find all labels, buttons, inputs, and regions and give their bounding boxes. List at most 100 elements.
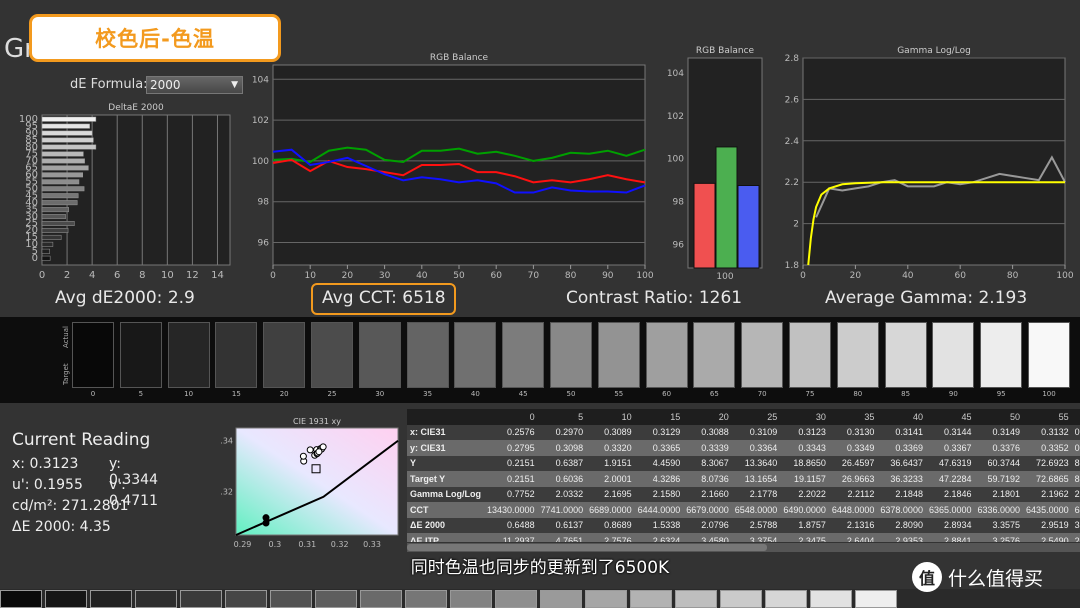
- patch-level-label: 80: [853, 390, 863, 398]
- target-label: Target: [62, 363, 70, 385]
- de-bar: [41, 200, 78, 206]
- y-tick-label: 2.4: [785, 137, 800, 147]
- table-scrollbar[interactable]: [407, 543, 1080, 552]
- table-cell: 26.9663: [828, 471, 878, 487]
- table-cell: 3.2543: [1071, 517, 1080, 533]
- gray-patch: [358, 322, 401, 388]
- table-cell: 6435.0000: [1023, 502, 1072, 518]
- table-row: x: CIE31 0.2576 0.2970 0.3089 0.3129 0.3088 0.…: [407, 424, 1080, 440]
- reading-luminance: cd/m²: 271.2801: [12, 498, 129, 514]
- table-cell: 0.3349: [828, 440, 878, 456]
- patch-level-label: 100: [1042, 390, 1056, 398]
- table-row: CCT 13430.0000 7741.0000 6689.0000 6444.0000…: [407, 502, 1080, 518]
- table-cell: 2.1962: [1023, 486, 1072, 502]
- x-tick-label: 0: [39, 270, 45, 281]
- y-tick-label: 1.8: [785, 261, 800, 271]
- avg-gamma-label: Average Gamma: 2.193: [825, 288, 1028, 308]
- column-header: 0: [484, 409, 538, 425]
- patch-button[interactable]: [720, 590, 762, 608]
- table-cell: 72.6923: [1023, 455, 1072, 471]
- table-row: Gamma Log/Log 0.7752 2.0332 2.1695 2.1580 2.1…: [407, 486, 1080, 502]
- table-cell: 0.2576: [484, 424, 538, 440]
- gray-patch: [932, 322, 975, 388]
- chart-title: DeltaE 2000: [108, 103, 164, 113]
- patch-button[interactable]: [585, 590, 627, 608]
- y-tick-label: 0.34: [220, 437, 233, 446]
- table-cell: 59.7192: [974, 471, 1024, 487]
- patch-button[interactable]: [270, 590, 312, 608]
- patch-level-label: 20: [279, 390, 289, 398]
- patch-button[interactable]: [360, 590, 402, 608]
- row-label: CCT: [407, 502, 485, 518]
- gray-patch: [741, 322, 784, 388]
- gray-patch: [597, 322, 640, 388]
- patch-button[interactable]: [450, 590, 492, 608]
- patch-level-label: 10: [184, 390, 194, 398]
- x-tick-label: 0.29: [234, 540, 252, 549]
- x-tick-label: 30: [379, 271, 391, 281]
- gray-patch: [693, 322, 736, 388]
- patch-level-label: 95: [996, 390, 1006, 398]
- patch-button[interactable]: [180, 590, 222, 608]
- table-cell: 3.3575: [974, 517, 1024, 533]
- contrast-ratio-label: Contrast Ratio: 1261: [566, 288, 743, 308]
- de-formula-value: 2000: [150, 78, 181, 92]
- table-cell: 0.3364: [731, 440, 781, 456]
- patch-button[interactable]: [675, 590, 717, 608]
- gray-patch: [550, 322, 592, 388]
- y-tick-label: 98: [258, 198, 270, 208]
- table-cell: 0.3130: [828, 424, 878, 440]
- table-cell: 2.1930: [1071, 486, 1080, 502]
- table-cell: 2.1695: [586, 486, 635, 502]
- watermark-logo-icon: 值: [912, 562, 942, 592]
- x-tick-label: 40: [902, 271, 914, 281]
- watermark: 值什么值得买: [912, 562, 1043, 592]
- table-cell: 0.6137: [537, 517, 587, 533]
- table-cell: 2.5490: [1023, 533, 1072, 542]
- x-tick-label: 6: [114, 270, 120, 281]
- table-row: Target Y 0.2151 0.6036 2.0001 4.3286 8.0736 13…: [407, 471, 1080, 487]
- gray-patch: [645, 322, 688, 388]
- table-cell: 0.3367: [925, 440, 975, 456]
- patch-level-label: 30: [375, 390, 385, 398]
- x-tick-label: 0: [800, 271, 806, 281]
- table-cell: 6365.0000: [925, 502, 975, 518]
- column-header: 45: [925, 409, 975, 425]
- patch-button[interactable]: [45, 590, 87, 608]
- table-cell: 2.6404: [828, 533, 878, 542]
- column-header: 15: [634, 409, 684, 425]
- patch-button[interactable]: [405, 590, 447, 608]
- table-header: 051015202530354045505560: [407, 409, 1080, 425]
- patch-button[interactable]: [765, 590, 807, 608]
- table-cell: 0.3149: [974, 424, 1024, 440]
- table-cell: 8.0736: [683, 471, 732, 487]
- avg-de-label: Avg dE2000: 2.9: [55, 288, 195, 308]
- table-cell: 2.0796: [683, 517, 732, 533]
- scrollbar-thumb[interactable]: [407, 544, 767, 551]
- patch-button[interactable]: [225, 590, 267, 608]
- chart-title: RGB Balance: [430, 53, 489, 63]
- patch-button[interactable]: [495, 590, 537, 608]
- table-cell: 4.3286: [634, 471, 684, 487]
- de-bar: [41, 255, 51, 261]
- patch-button[interactable]: [630, 590, 672, 608]
- gray-patch: [311, 322, 353, 388]
- patch-button[interactable]: [90, 590, 132, 608]
- y-tick-label: 100: [252, 157, 269, 167]
- table-cell: 1.5338: [634, 517, 684, 533]
- table-cell: 0.6387: [537, 455, 587, 471]
- patch-button[interactable]: [135, 590, 177, 608]
- patch-button[interactable]: [0, 590, 42, 608]
- table-cell: 13.1654: [731, 471, 781, 487]
- de-formula-select[interactable]: 2000 ▼: [146, 76, 243, 94]
- patch-button[interactable]: [855, 590, 897, 608]
- patch-level-label: 0: [90, 390, 96, 398]
- x-tick-label: 60: [490, 271, 502, 281]
- de-bar: [41, 193, 79, 199]
- gray-patch: [167, 322, 210, 388]
- table-cell: 0.7752: [484, 486, 538, 502]
- patch-button[interactable]: [315, 590, 357, 608]
- patch-button[interactable]: [810, 590, 852, 608]
- patch-button[interactable]: [540, 590, 582, 608]
- table-cell: 0.2795: [484, 440, 538, 456]
